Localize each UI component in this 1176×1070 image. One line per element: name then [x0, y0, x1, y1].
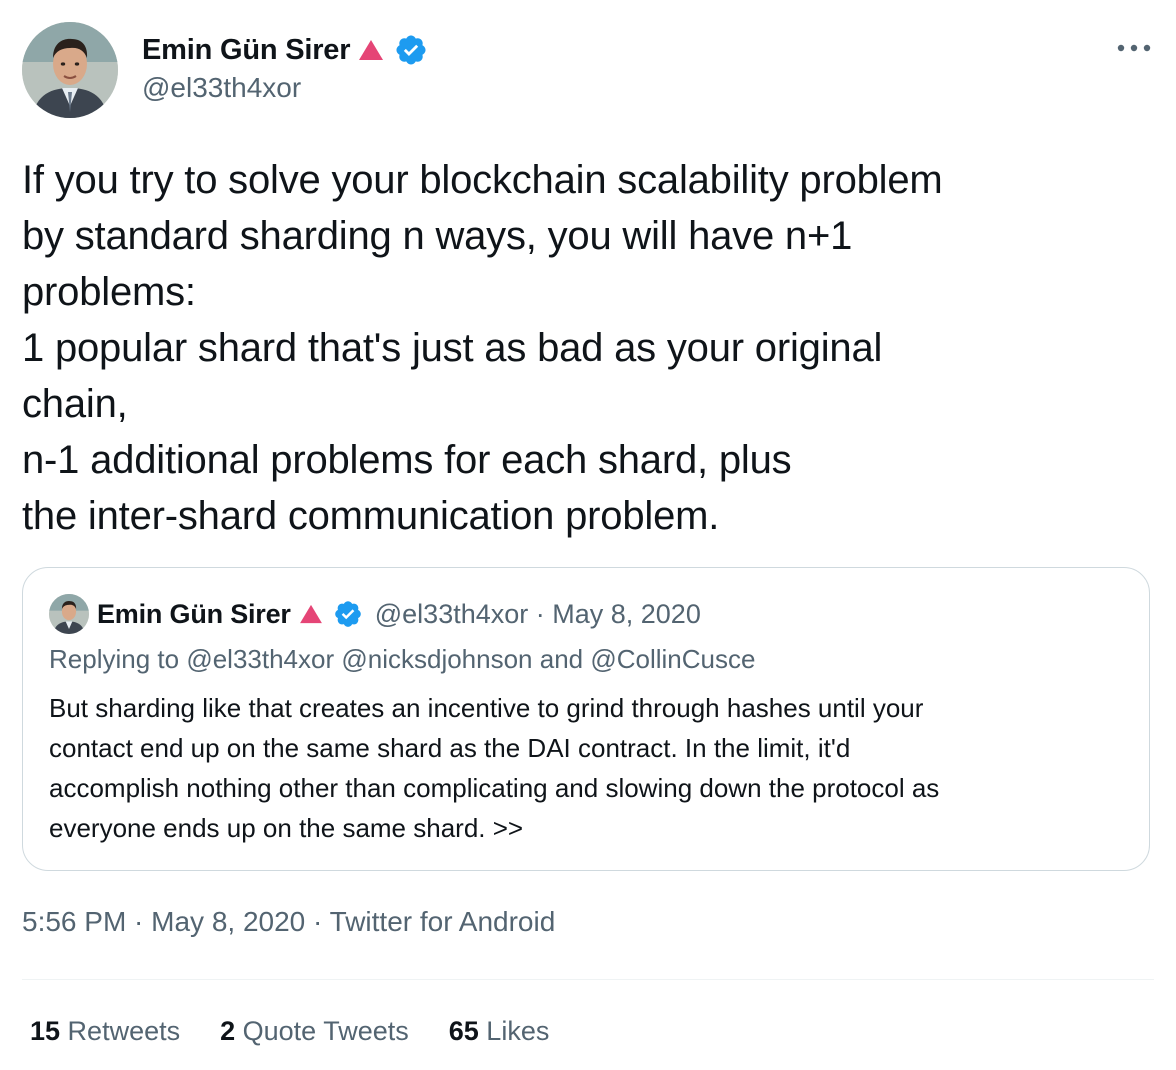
- quote-tweets-stat[interactable]: 2 Quote Tweets: [220, 1016, 409, 1047]
- author-handle[interactable]: @el33th4xor: [142, 72, 301, 104]
- tweet-text: If you try to solve your blockchain scal…: [22, 152, 1142, 544]
- tweet-text-line: 1 popular shard that's just as bad as yo…: [22, 326, 883, 370]
- quoted-tweet-handle-date: @el33th4xor · May 8, 2020: [374, 598, 701, 629]
- engagement-stats: 15 Retweets 2 Quote Tweets 65 Likes: [30, 1016, 589, 1047]
- retweets-stat[interactable]: 15 Retweets: [30, 1016, 180, 1047]
- quoted-tweet-card[interactable]: Emin Gün Sirer @el33th4xor · May 8, 2020…: [22, 567, 1150, 871]
- quote-tweets-count: 2: [220, 1016, 236, 1046]
- likes-count: 65: [448, 1016, 479, 1046]
- quoted-tweet-text-line: contact end up on the same shard as the …: [49, 733, 851, 763]
- quoted-tweet-text-line: accomplish nothing other than complicati…: [49, 773, 940, 803]
- quote-tweets-label: Quote Tweets: [235, 1016, 409, 1046]
- verified-badge-icon: [394, 33, 428, 67]
- quoted-tweet-text: But sharding like that creates an incent…: [49, 688, 1129, 848]
- quoted-author-avatar[interactable]: [49, 594, 89, 634]
- author-avatar[interactable]: [22, 22, 118, 118]
- verified-badge-icon: [333, 599, 363, 629]
- author-name-row: Emin Gün Sirer: [142, 30, 428, 70]
- tweet: Emin Gün Sirer @el33th4xor If you try to…: [0, 0, 1176, 1070]
- quoted-tweet-text-line: But sharding like that creates an incent…: [49, 693, 924, 723]
- red-triangle-icon: [358, 39, 384, 61]
- tweet-text-line: If you try to solve your blockchain scal…: [22, 158, 943, 202]
- likes-stat[interactable]: 65 Likes: [449, 1016, 550, 1047]
- quoted-tweet-text-line: everyone ends up on the same shard. >>: [49, 813, 524, 843]
- quoted-tweet-header: Emin Gün Sirer @el33th4xor · May 8, 2020: [49, 594, 701, 634]
- more-options-icon: [1117, 44, 1151, 52]
- author-display-name[interactable]: Emin Gün Sirer: [142, 34, 351, 67]
- more-options-button[interactable]: [1112, 36, 1156, 60]
- divider: [22, 979, 1154, 980]
- likes-label: Likes: [478, 1016, 550, 1046]
- tweet-text-line: problems:: [22, 270, 196, 314]
- tweet-text-line: the inter-shard communication problem.: [22, 494, 720, 538]
- retweets-label: Retweets: [60, 1016, 181, 1046]
- retweets-count: 15: [30, 1016, 61, 1046]
- tweet-text-line: by standard sharding n ways, you will ha…: [22, 214, 853, 258]
- tweet-text-line: n-1 additional problems for each shard, …: [22, 438, 792, 482]
- quoted-author-display-name[interactable]: Emin Gün Sirer: [97, 599, 291, 630]
- replying-to-mentions[interactable]: @el33th4xor @nicksdjohnson and @CollinCu…: [186, 644, 755, 674]
- tweet-text-line: chain,: [22, 382, 128, 426]
- red-triangle-icon: [299, 604, 323, 624]
- replying-to: Replying to @el33th4xor @nicksdjohnson a…: [49, 644, 755, 675]
- replying-to-label: Replying to: [49, 644, 187, 674]
- tweet-timestamp[interactable]: 5:56 PM · May 8, 2020 · Twitter for Andr…: [22, 906, 555, 938]
